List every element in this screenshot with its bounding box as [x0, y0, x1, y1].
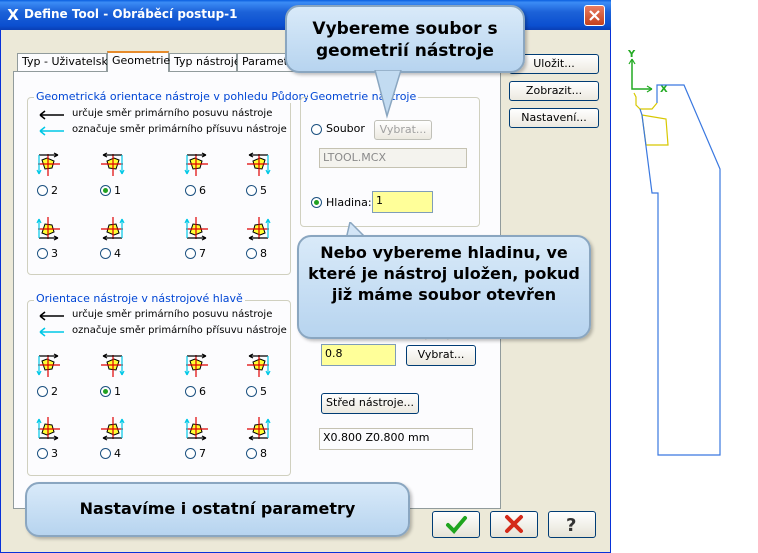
orientation-radio-label: 3	[51, 447, 58, 460]
tool-orientation-icon-4	[99, 215, 125, 241]
orientation-radio-6[interactable]	[185, 185, 196, 196]
tool-orientation-icon-6	[184, 353, 208, 377]
orientation-radio-label: 8	[260, 447, 267, 460]
orientation-radio-label: 6	[199, 385, 206, 398]
close-icon	[589, 10, 600, 21]
callout-bottom: Nastavíme i ostatní parametry	[25, 482, 410, 537]
orientation-radio-label: 1	[114, 385, 121, 398]
close-button[interactable]	[584, 5, 605, 26]
orientation-radio-6[interactable]	[185, 386, 196, 397]
checkmark-icon	[446, 516, 467, 534]
layer-input[interactable]: 1	[372, 191, 433, 213]
insert-shape	[641, 114, 669, 146]
corner-radius-input[interactable]: 0.8	[321, 344, 396, 366]
orientation-radio-label: 1	[114, 184, 121, 197]
orientation-radio-label: 5	[260, 184, 267, 197]
orientation-radio-label: 5	[260, 385, 267, 398]
file-radio-label: Soubor	[326, 122, 365, 135]
orientation-radio-3[interactable]	[37, 448, 48, 459]
tool-orientation-icon-7	[184, 215, 208, 241]
feed-arrow-icon	[39, 110, 64, 120]
callout-top-text: Vybereme soubor s geometrií nástroje	[312, 19, 498, 61]
orientation-radio-2[interactable]	[37, 386, 48, 397]
axis-y-label: Y	[627, 49, 636, 60]
tool-orientation-icon-6	[184, 152, 208, 176]
legend-feed-text: určuje směr primárního posuvu nástroje	[72, 108, 273, 119]
holder-outline	[639, 84, 721, 456]
orientation-radio-1[interactable]	[100, 185, 111, 196]
tool-orientation-icon-1	[99, 152, 125, 176]
orientation-radio-label: 7	[199, 447, 206, 460]
orientation-radio-5[interactable]	[246, 386, 257, 397]
tool-orientation-icon-3	[36, 215, 60, 241]
orientation-radio-3[interactable]	[37, 248, 48, 259]
tool-orientation-icon-2	[36, 353, 60, 377]
callout-top: Vybereme soubor s geometrií nástroje	[285, 5, 525, 73]
plunge-arrow-icon	[39, 327, 64, 337]
insert-outline	[633, 92, 658, 110]
svg-text:?: ?	[566, 515, 576, 536]
file-radio[interactable]	[311, 124, 322, 135]
tool-preview: Y X	[627, 49, 721, 456]
feed-arrow-icon	[39, 311, 64, 321]
plunge-arrow-icon	[39, 126, 64, 136]
select-radius-button[interactable]: Vybrat...	[406, 345, 476, 366]
tool-orientation-icon-5	[245, 152, 271, 176]
orientation-radio-8[interactable]	[246, 248, 257, 259]
tool-orientation-icon-3	[36, 415, 60, 441]
legend-feed-text: určuje směr primárního posuvu nástroje	[72, 309, 273, 320]
tab-tool-type[interactable]: Typ nástroje	[169, 53, 241, 71]
settings-button[interactable]: Nastavení...	[509, 108, 599, 128]
tool-orientation-icon-7	[184, 415, 208, 441]
orientation-radio-label: 3	[51, 247, 58, 260]
cancel-x-icon	[505, 515, 523, 533]
tool-orientation-icon-5	[245, 353, 271, 377]
help-question-icon: ?	[566, 515, 576, 536]
orientation-radio-label: 2	[51, 385, 58, 398]
legend-plunge-text: označuje směr primárního přísuvu nástroj…	[72, 325, 287, 336]
tool-orientation-icon-8	[245, 415, 271, 441]
help-button[interactable]: ?	[548, 511, 596, 538]
ok-button[interactable]	[432, 511, 480, 538]
tool-orientation-icon-1	[99, 353, 125, 377]
axis-x-label: X	[660, 84, 668, 95]
tool-center-value: X0.800 Z0.800 mm	[319, 428, 473, 450]
tool-center-button[interactable]: Střed nástroje...	[321, 393, 419, 414]
orientation-radio-4[interactable]	[100, 248, 111, 259]
tab-type[interactable]: Typ - Uživatelský	[17, 53, 114, 71]
tool-orientation-icon-4	[99, 415, 125, 441]
group-turret-orientation-title: Orientace nástroje v nástrojové hlavě	[34, 292, 245, 305]
window-title: Define Tool - Obráběcí postup-1	[24, 7, 238, 21]
orientation-radio-7[interactable]	[185, 248, 196, 259]
tool-orientation-icon-2	[36, 152, 60, 176]
orientation-radio-label: 4	[114, 447, 121, 460]
callout-middle-text: Nebo vybereme hladinu, ve které je nástr…	[308, 243, 580, 304]
orientation-radio-4[interactable]	[100, 448, 111, 459]
layer-radio[interactable]	[311, 197, 322, 208]
callout-middle: Nebo vybereme hladinu, ve které je nástr…	[297, 235, 591, 339]
layer-radio-label: Hladina:	[326, 196, 372, 209]
callout-bottom-text: Nastavíme i ostatní parametry	[79, 499, 356, 518]
orientation-radio-label: 4	[114, 247, 121, 260]
callout-top-pointer	[374, 70, 402, 119]
app-x-icon: X	[7, 6, 19, 24]
file-path-field[interactable]: LTOOL.MCX	[319, 148, 467, 168]
show-button[interactable]: Zobrazit...	[509, 81, 599, 101]
orientation-radio-label: 6	[199, 184, 206, 197]
orientation-radio-label: 8	[260, 247, 267, 260]
orientation-radio-1[interactable]	[100, 386, 111, 397]
orientation-radio-label: 7	[199, 247, 206, 260]
tool-orientation-icon-8	[245, 215, 271, 241]
orientation-radio-label: 2	[51, 184, 58, 197]
orientation-radio-2[interactable]	[37, 185, 48, 196]
cancel-button[interactable]	[490, 511, 538, 538]
tab-geometry[interactable]: Geometrie	[107, 51, 170, 72]
orientation-radio-7[interactable]	[185, 448, 196, 459]
orientation-radio-8[interactable]	[246, 448, 257, 459]
legend-plunge-text: označuje směr primárního přísuvu nástroj…	[72, 124, 287, 135]
select-file-button[interactable]: Vybrat...	[374, 120, 432, 140]
orientation-radio-5[interactable]	[246, 185, 257, 196]
group-geometric-orientation-title: Geometrická orientace nástroje v pohledu…	[34, 90, 318, 103]
